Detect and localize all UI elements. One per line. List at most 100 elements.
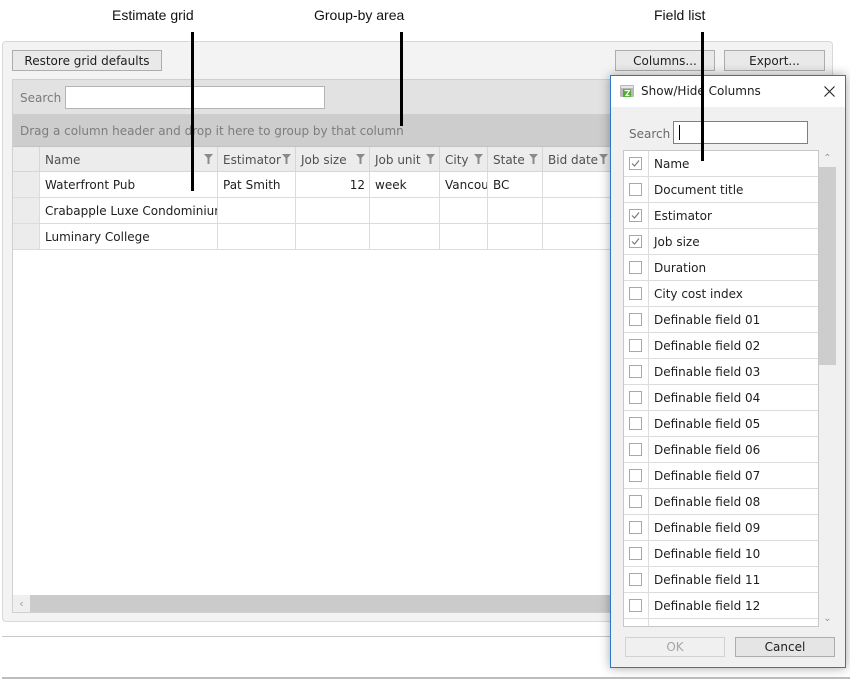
filter-icon[interactable] [474, 154, 483, 164]
field-list-item[interactable]: Definable field 09 [624, 515, 818, 541]
field-list-item[interactable]: Definable field 05 [624, 411, 818, 437]
checkbox-unchecked[interactable] [629, 183, 642, 196]
cell-state[interactable]: BC [488, 172, 543, 197]
cancel-button[interactable]: Cancel [735, 637, 835, 657]
cell-name[interactable]: Crabapple Luxe Condominiums [40, 198, 218, 223]
chevron-down-icon[interactable]: ⌄ [819, 610, 836, 627]
checkbox-unchecked[interactable] [629, 313, 642, 326]
cell-estimator[interactable]: Pat Smith [218, 172, 296, 197]
field-list-item[interactable]: Definable field 08 [624, 489, 818, 515]
column-header-job-unit[interactable]: Job unit [370, 147, 440, 171]
filter-icon[interactable] [204, 154, 213, 164]
field-list-item[interactable]: Name [624, 151, 818, 177]
field-list-scroll-thumb[interactable] [819, 167, 836, 365]
cell-text: Waterfront Pub [45, 178, 136, 192]
cell-job-size[interactable]: 12 [296, 172, 370, 197]
cell-name[interactable]: Luminary College [40, 224, 218, 249]
field-list-item[interactable]: Definable field 02 [624, 333, 818, 359]
field-list-item[interactable]: Job size [624, 229, 818, 255]
checkbox-unchecked[interactable] [629, 365, 642, 378]
filter-icon[interactable] [356, 154, 365, 164]
field-check-cell [624, 255, 649, 280]
checkbox-unchecked[interactable] [629, 521, 642, 534]
cell-estimator[interactable] [218, 198, 296, 223]
field-label: Definable field 11 [654, 573, 761, 587]
field-check-cell [624, 567, 649, 592]
field-list-item[interactable]: Definable field 01 [624, 307, 818, 333]
dialog-search-input[interactable] [673, 121, 808, 144]
column-header-job-size[interactable]: Job size [296, 147, 370, 171]
field-list-item[interactable]: Duration [624, 255, 818, 281]
field-list-item[interactable]: Definable field 11 [624, 567, 818, 593]
column-header-state[interactable]: State [488, 147, 543, 171]
dialog-titlebar[interactable]: Show/Hide Columns [611, 76, 845, 107]
cell-state[interactable] [488, 224, 543, 249]
chevron-up-icon[interactable]: ⌃ [819, 150, 836, 167]
checkbox-checked[interactable] [629, 235, 642, 248]
column-header-estimator[interactable]: Estimator [218, 147, 296, 171]
app-root: Estimate grid Group-by area Field list R… [0, 0, 850, 679]
field-list-item[interactable]: Definable field 07 [624, 463, 818, 489]
ok-button[interactable]: OK [625, 637, 725, 657]
checkbox-unchecked[interactable] [629, 417, 642, 430]
checkbox-unchecked[interactable] [629, 599, 642, 612]
cell-job-size[interactable] [296, 224, 370, 249]
row-indicator[interactable] [13, 198, 40, 223]
filter-icon[interactable] [426, 154, 435, 164]
field-list-item[interactable]: Definable field 12 [624, 593, 818, 619]
field-list-item[interactable]: Definable field 10 [624, 541, 818, 567]
cell-city[interactable]: Vancou [440, 172, 488, 197]
field-list-item[interactable]: Definable field 06 [624, 437, 818, 463]
checkbox-unchecked[interactable] [629, 339, 642, 352]
grid-search-input[interactable] [65, 86, 325, 109]
checkbox-unchecked[interactable] [629, 287, 642, 300]
checkbox-unchecked[interactable] [629, 469, 642, 482]
field-label: Definable field 08 [654, 495, 761, 509]
filter-icon[interactable] [599, 154, 608, 164]
export-button[interactable]: Export... [724, 50, 825, 71]
columns-button[interactable]: Columns... [615, 50, 715, 71]
field-label: Definable field 07 [654, 469, 761, 483]
cell-job-unit[interactable] [370, 224, 440, 249]
cell-bid-date[interactable] [543, 198, 613, 223]
field-label: Definable field 02 [654, 339, 761, 353]
field-label: Definable field 12 [654, 599, 761, 613]
field-list-item[interactable]: Definable field 04 [624, 385, 818, 411]
checkbox-unchecked[interactable] [629, 443, 642, 456]
checkbox-unchecked[interactable] [629, 261, 642, 274]
row-indicator[interactable] [13, 172, 40, 197]
chevron-left-icon[interactable]: ‹ [13, 595, 30, 612]
column-header-city[interactable]: City [440, 147, 488, 171]
row-indicator[interactable] [13, 224, 40, 249]
field-list-item[interactable]: Estimator [624, 203, 818, 229]
field-label: Definable field 09 [654, 521, 761, 535]
checkbox-unchecked[interactable] [629, 495, 642, 508]
field-list-scrollbar[interactable]: ⌃ ⌄ [819, 150, 836, 627]
column-header-bid-date[interactable]: Bid date [543, 147, 613, 171]
field-list-item[interactable]: City cost index [624, 281, 818, 307]
cell-city[interactable] [440, 224, 488, 249]
cell-bid-date[interactable] [543, 172, 613, 197]
cell-city[interactable] [440, 198, 488, 223]
restore-grid-defaults-button[interactable]: Restore grid defaults [12, 50, 162, 71]
field-list-item[interactable]: Definable field 03 [624, 359, 818, 385]
cell-job-unit[interactable]: week [370, 172, 440, 197]
field-label: Document title [654, 183, 744, 197]
filter-icon[interactable] [529, 154, 538, 164]
checkbox-unchecked[interactable] [629, 573, 642, 586]
cell-bid-date[interactable] [543, 224, 613, 249]
checkbox-unchecked[interactable] [629, 547, 642, 560]
close-icon[interactable] [819, 81, 839, 101]
checkbox-checked[interactable] [629, 157, 642, 170]
checkmark-icon [631, 238, 640, 245]
field-list-item[interactable]: Document title [624, 177, 818, 203]
field-label: Job size [654, 235, 700, 249]
checkbox-unchecked[interactable] [629, 391, 642, 404]
checkbox-checked[interactable] [629, 209, 642, 222]
cell-job-unit[interactable] [370, 198, 440, 223]
cell-estimator[interactable] [218, 224, 296, 249]
filter-icon[interactable] [282, 154, 291, 164]
cell-job-size[interactable] [296, 198, 370, 223]
field-check-cell [624, 489, 649, 514]
cell-state[interactable] [488, 198, 543, 223]
